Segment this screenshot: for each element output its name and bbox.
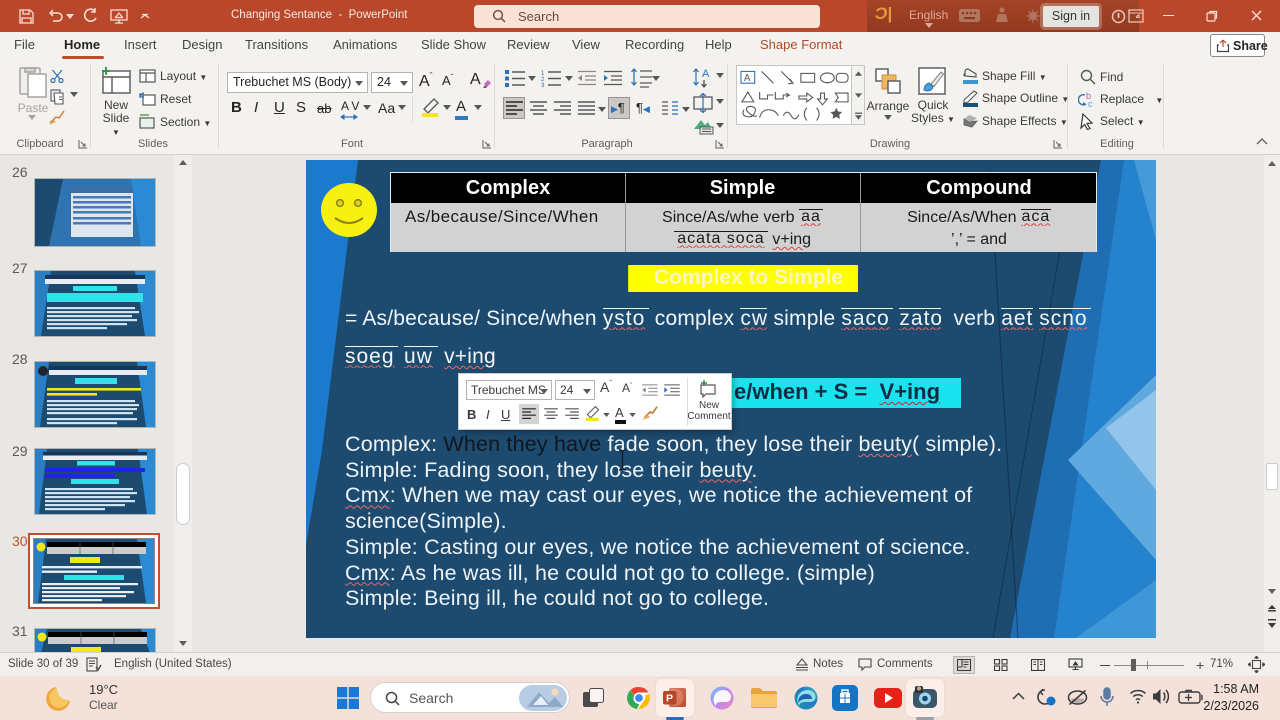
- svg-text:3: 3: [541, 83, 545, 87]
- svg-text:A: A: [702, 68, 710, 80]
- svg-text:P: P: [666, 693, 673, 705]
- svg-text:c: c: [1088, 99, 1093, 109]
- svg-text:A: A: [744, 73, 751, 84]
